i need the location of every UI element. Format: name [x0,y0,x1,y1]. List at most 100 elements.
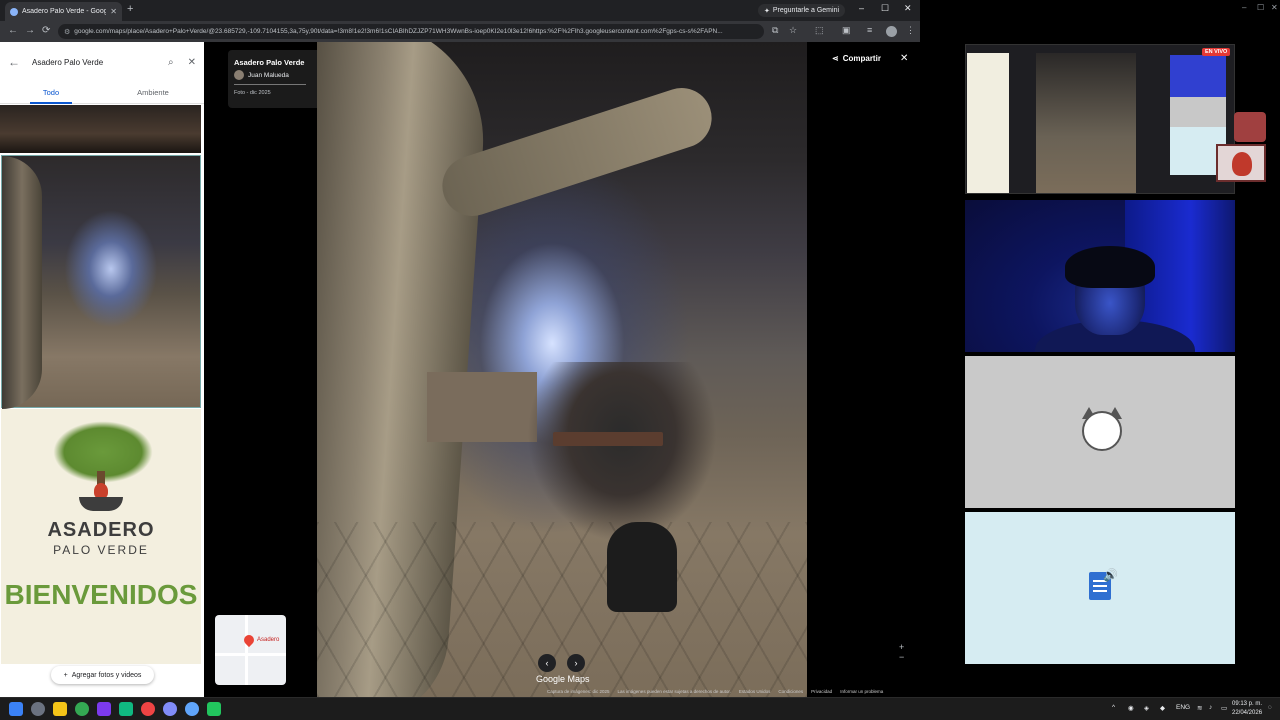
photos-panel: ← Asadero Palo Verde ⌕ ✕ Todo Ambiente A… [0,42,204,697]
clock[interactable]: 09:13 p. m. 22/04/2026 [1232,700,1262,718]
tray-chevron-icon[interactable]: ^ [1112,704,1115,711]
map-road [215,653,286,656]
menu-icon[interactable]: ⋮ [906,25,915,36]
browser-window: Asadero Palo Verde - Google M ✕ + ✦ Preg… [0,0,920,697]
minimap[interactable]: Asadero [215,615,286,685]
close-viewer-icon[interactable]: ✕ [900,53,908,64]
extensions-icon[interactable]: ⬚ [815,25,824,36]
footer-report[interactable]: Informar un problema [840,689,883,694]
app-icon[interactable] [185,702,199,716]
zoom-controls[interactable]: + − [899,642,904,662]
back-arrow-icon[interactable]: ← [8,55,32,69]
start-icon[interactable] [9,702,23,716]
settings-icon[interactable] [31,702,45,716]
logo-photo-thumbnail[interactable]: ASADERO PALO VERDE BIENVENIDOS [1,409,201,664]
taskbar: ^ ◉ ◈ ◆ ENG ≋ ♪ ▭ 09:13 p. m. 22/04/2026… [0,697,1280,720]
tab-todo[interactable]: Todo [0,82,102,104]
main-photo[interactable] [317,42,807,697]
place-title[interactable]: Asadero Palo Verde [234,58,326,67]
footer-capture: Captura de imágenes: dic 2025 [547,689,610,694]
footer-region[interactable]: Estados Unidos [739,689,771,694]
media-icon[interactable]: ≡ [867,25,872,35]
notifications-icon[interactable]: ◌ [1268,704,1272,711]
reload-icon[interactable]: ⟳ [42,25,50,36]
footer-copyright: Las imágenes pueden estar sujetas a dere… [617,689,731,694]
back-icon[interactable]: ← [8,25,18,36]
close-icon[interactable]: ✕ [188,57,196,68]
minimize-icon[interactable]: – [859,3,864,13]
side-panel-icon[interactable]: ▣ [842,25,851,36]
photo-date: Foto - dic 2025 [234,90,271,96]
avatar-tile [1216,144,1266,182]
participant-tile [965,356,1235,508]
app-icon[interactable] [207,702,221,716]
table [553,432,663,446]
next-photo-button[interactable]: › [567,654,585,672]
file-explorer-icon[interactable] [53,702,67,716]
hex-tile-floor [317,522,807,697]
address-bar[interactable]: ⚙ google.com/maps/place/Asadero+Palo+Ver… [58,24,764,39]
new-tab-button[interactable]: + [127,3,133,15]
add-photos-label: Agregar fotos y videos [71,671,142,679]
forward-icon[interactable]: → [25,25,35,36]
avatar-sticker [1234,112,1266,142]
volume-icon[interactable]: ♪ [1209,704,1212,711]
bookmark-star-icon[interactable]: ☆ [789,25,797,36]
footer-privacy[interactable]: Privacidad [811,689,832,694]
search-input[interactable]: Asadero Palo Verde [32,58,154,67]
map-footer: Captura de imágenes: dic 2025 Las imágen… [547,689,920,694]
stream-panel: – ☐ ✕ EN VIVO 🔊 [920,0,1280,697]
close-tab-icon[interactable]: ✕ [110,7,117,16]
search-bar: ← Asadero Palo Verde ⌕ ✕ [0,42,204,82]
photo-thumbnail[interactable] [0,105,201,153]
maps-favicon-icon [10,7,18,16]
close-window-icon[interactable]: ✕ [904,3,912,14]
speaker-icon: 🔊 [1103,568,1118,582]
photo-thumbnail-selected[interactable] [1,155,201,409]
tray-app-icon[interactable]: ◉ [1128,704,1134,712]
wifi-icon[interactable]: ≋ [1197,704,1202,712]
bowl-icon [79,497,123,511]
author-name: Juan Malueda [248,71,289,79]
date: 22/04/2026 [1232,710,1263,716]
preview-photo [1036,53,1136,193]
site-info-icon[interactable]: ⚙ [64,28,70,36]
plus-icon: + [63,671,68,679]
tab-ambiente[interactable]: Ambiente [102,82,204,103]
add-photos-button[interactable]: + Agregar fotos y videos [51,666,154,684]
language-indicator[interactable]: ENG [1176,704,1190,711]
search-icon[interactable]: ⌕ [168,57,174,68]
app-icon[interactable] [163,702,177,716]
person-hair [1065,246,1155,288]
brand-name: ASADERO [47,519,155,541]
gemini-button[interactable]: ✦ Preguntarle a Gemini [758,4,846,17]
stream-preview [965,44,1235,194]
close-window-icon[interactable]: ✕ [1271,3,1278,12]
install-app-icon[interactable]: ⧉ [772,25,778,36]
google-maps-logo: Google Maps [536,674,590,684]
tab-strip: Asadero Palo Verde - Google M ✕ + ✦ Preg… [0,0,920,21]
discord-icon[interactable] [97,702,111,716]
footer-terms[interactable]: Condiciones [778,689,803,694]
tray-app-icon[interactable]: ◈ [1144,704,1149,712]
tab-title: Asadero Palo Verde - Google M [22,8,107,15]
share-button[interactable]: ⋖ Compartir [832,54,881,63]
map-road [245,615,248,685]
backpack [607,522,677,612]
share-icon: ⋖ [832,54,839,63]
youtube-icon[interactable] [141,702,155,716]
chrome-icon[interactable] [75,702,89,716]
avatar-character [1232,152,1252,176]
tray-app-icon[interactable]: ◆ [1160,704,1165,712]
maximize-icon[interactable]: ☐ [1257,3,1264,12]
maximize-icon[interactable]: ☐ [881,3,889,14]
app-icon[interactable] [119,702,133,716]
author-row[interactable]: Juan Malueda [234,70,326,80]
minimize-icon[interactable]: – [1242,3,1246,12]
battery-icon[interactable]: ▭ [1221,704,1227,712]
tab-maps[interactable]: Asadero Palo Verde - Google M ✕ [5,2,122,21]
minimap-label: Asadero [257,637,280,643]
profile-avatar[interactable] [886,26,897,37]
preview-panel [967,53,1009,193]
previous-photo-button[interactable]: ‹ [538,654,556,672]
